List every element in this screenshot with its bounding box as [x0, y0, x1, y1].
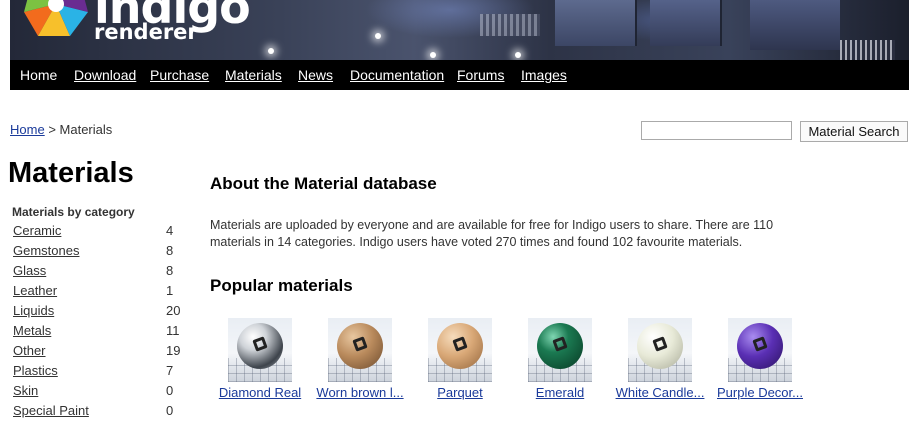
- banner-light: [515, 52, 521, 58]
- popular-material-item: Parquet: [410, 318, 510, 400]
- category-item: Skin 0: [13, 383, 188, 403]
- material-thumbnail[interactable]: [728, 318, 792, 382]
- indigo-logo-icon[interactable]: [24, 0, 88, 36]
- about-text: Materials are uploaded by everyone and a…: [210, 218, 774, 249]
- brand-tagline: renderer: [94, 20, 198, 44]
- banner-light: [375, 33, 381, 39]
- category-link-liquids[interactable]: Liquids: [13, 303, 54, 318]
- page-title: Materials: [8, 157, 134, 189]
- category-item: Gemstones 8: [13, 243, 188, 263]
- category-link-special-paint[interactable]: Special Paint: [13, 403, 89, 418]
- material-link[interactable]: Purple Decor...: [710, 385, 810, 400]
- breadcrumb-current: Materials: [59, 122, 113, 137]
- material-link[interactable]: Parquet: [410, 385, 510, 400]
- breadcrumb-separator: >: [48, 122, 56, 137]
- category-heading: Materials by category: [12, 205, 135, 219]
- material-link[interactable]: Worn brown l...: [310, 385, 410, 400]
- header-banner: indigo renderer: [10, 0, 909, 60]
- category-item: Other 19: [13, 343, 188, 363]
- category-count: 1: [166, 283, 174, 298]
- category-item: Plastics 7: [13, 363, 188, 383]
- category-item: Metals 11: [13, 323, 188, 343]
- category-count: 8: [166, 243, 174, 258]
- category-link-other[interactable]: Other: [13, 343, 46, 358]
- category-count: 4: [166, 223, 174, 238]
- material-link[interactable]: Emerald: [510, 385, 610, 400]
- banner-bookshelf: [480, 14, 540, 36]
- about-heading: About the Material database: [210, 174, 437, 193]
- material-search-button[interactable]: Material Search: [800, 121, 908, 142]
- main-nav: Home Download Purchase Materials News Do…: [10, 60, 909, 90]
- category-count: 19: [166, 343, 181, 358]
- material-thumbnail[interactable]: [428, 318, 492, 382]
- banner-window: [650, 0, 722, 46]
- popular-material-item: Purple Decor...: [710, 318, 810, 400]
- nav-news[interactable]: News: [298, 67, 333, 83]
- category-count: 20: [166, 303, 181, 318]
- material-link[interactable]: Diamond Real: [210, 385, 310, 400]
- material-thumbnail[interactable]: [228, 318, 292, 382]
- popular-material-item: Emerald: [510, 318, 610, 400]
- category-count: 8: [166, 263, 174, 278]
- breadcrumb-home-link[interactable]: Home: [10, 122, 45, 137]
- material-thumbnail[interactable]: [628, 318, 692, 382]
- category-link-skin[interactable]: Skin: [13, 383, 38, 398]
- banner-light: [430, 52, 436, 58]
- breadcrumb: Home > Materials: [10, 122, 112, 137]
- category-link-leather[interactable]: Leather: [13, 283, 57, 298]
- category-count: 7: [166, 363, 174, 378]
- category-count: 0: [166, 403, 174, 418]
- material-thumbnail[interactable]: [528, 318, 592, 382]
- nav-documentation[interactable]: Documentation: [350, 67, 444, 83]
- material-link[interactable]: White Candle...: [610, 385, 710, 400]
- material-thumbnail[interactable]: [328, 318, 392, 382]
- category-item: Glass 8: [13, 263, 188, 283]
- category-link-plastics[interactable]: Plastics: [13, 363, 58, 378]
- nav-download[interactable]: Download: [74, 67, 136, 83]
- category-link-ceramic[interactable]: Ceramic: [13, 223, 61, 238]
- category-list: Ceramic 4 Gemstones 8 Glass 8 Leather 1 Liqu…: [13, 223, 188, 423]
- category-link-glass[interactable]: Glass: [13, 263, 46, 278]
- category-count: 11: [166, 323, 180, 338]
- banner-light: [268, 48, 274, 54]
- popular-heading: Popular materials: [210, 276, 353, 295]
- popular-material-item: Diamond Real: [210, 318, 310, 400]
- category-count: 0: [166, 383, 174, 398]
- material-search-input[interactable]: [641, 121, 792, 140]
- category-item: Liquids 20: [13, 303, 188, 323]
- category-item: Leather 1: [13, 283, 188, 303]
- nav-forums[interactable]: Forums: [457, 67, 504, 83]
- nav-home[interactable]: Home: [20, 67, 57, 83]
- nav-images[interactable]: Images: [521, 67, 567, 83]
- banner-chair: [840, 40, 895, 60]
- category-link-metals[interactable]: Metals: [13, 323, 51, 338]
- nav-materials[interactable]: Materials: [225, 67, 282, 83]
- popular-material-item: Worn brown l...: [310, 318, 410, 400]
- banner-window: [555, 0, 637, 46]
- category-link-gemstones[interactable]: Gemstones: [13, 243, 79, 258]
- category-item: Special Paint 0: [13, 403, 188, 423]
- banner-window: [750, 0, 840, 50]
- nav-purchase[interactable]: Purchase: [150, 67, 209, 83]
- popular-material-item: White Candle...: [610, 318, 710, 400]
- category-item: Ceramic 4: [13, 223, 188, 243]
